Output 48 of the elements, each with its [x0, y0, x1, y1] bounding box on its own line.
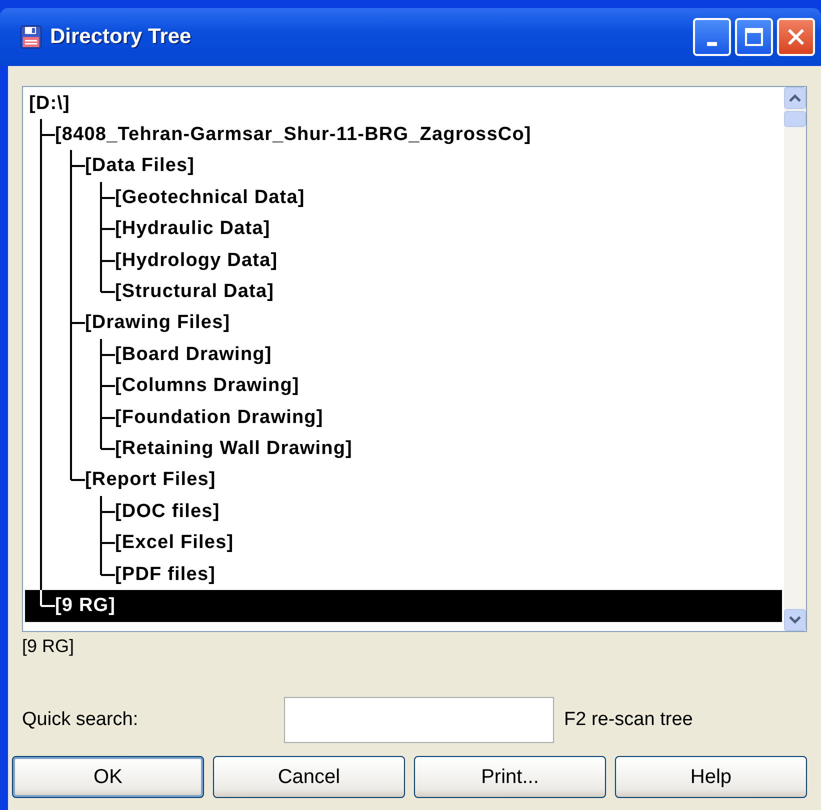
chevron-down-icon [789, 616, 801, 624]
dialog-button[interactable]: Cancel [213, 756, 405, 798]
tree-branch-line [100, 213, 115, 246]
tree-row[interactable]: [Board Drawing] [25, 339, 782, 371]
window-title: Directory Tree [50, 25, 192, 49]
tree-row[interactable]: [Data Files] [25, 150, 782, 182]
tree-branch-line [40, 590, 55, 607]
tree-branch-line [40, 119, 55, 152]
tree-branch-line [100, 182, 115, 214]
tree-branch-line [70, 464, 85, 482]
selected-tree-row[interactable]: [9 RG] [25, 590, 782, 622]
scrollbar-thumb[interactable] [784, 111, 806, 127]
maximize-button[interactable] [735, 18, 773, 56]
tree-row[interactable]: [Geotechnical Data] [25, 182, 782, 214]
tree-branch-line [70, 150, 85, 182]
tree-row[interactable]: [Hydrology Data] [25, 244, 782, 276]
tree-row[interactable]: [Hydraulic Data] [25, 214, 782, 245]
minimize-button[interactable] [693, 18, 731, 56]
dialog-button[interactable]: OK [12, 756, 204, 798]
dialog-button[interactable]: Print... [414, 756, 606, 798]
maximize-icon [744, 27, 764, 47]
tree-branch-line [100, 338, 115, 371]
tree-row[interactable]: [Excel Files] [25, 527, 782, 559]
scroll-down-button[interactable] [784, 609, 806, 631]
vertical-scrollbar[interactable] [784, 87, 806, 631]
tree-row[interactable]: [Drawing Files] [25, 308, 782, 340]
tree-row[interactable]: [Columns Drawing] [25, 370, 782, 402]
tree-row[interactable]: [PDF files] [25, 558, 782, 590]
tree-row[interactable]: [Structural Data] [25, 276, 782, 308]
tree-row[interactable]: [Report Files] [25, 464, 782, 496]
tree-row[interactable]: [Foundation Drawing] [25, 402, 782, 434]
tree-row[interactable]: [Retaining Wall Drawing] [25, 433, 782, 465]
minimize-icon [707, 42, 717, 46]
quick-search-field[interactable] [284, 697, 554, 743]
tree-branch-line [100, 370, 115, 402]
tree-row[interactable]: [DOC files] [25, 496, 782, 528]
chevron-up-icon [789, 94, 801, 102]
close-button[interactable] [777, 18, 815, 56]
scroll-up-button[interactable] [784, 87, 806, 109]
tree-row[interactable]: [D:\] [25, 88, 782, 120]
quick-search-label: Quick search: [22, 709, 140, 731]
tree-branch-line [70, 307, 85, 340]
dialog-button[interactable]: Help [615, 756, 807, 798]
tree-row[interactable]: [8408_Tehran-Garmsar_Shur-11-BRG_ZagrossCo] [25, 119, 782, 151]
tree-branch-line [100, 496, 115, 528]
close-icon [786, 27, 806, 47]
selected-path-label: [9 RG] [22, 636, 76, 658]
rescan-hint: F2 re-scan tree [564, 709, 693, 731]
